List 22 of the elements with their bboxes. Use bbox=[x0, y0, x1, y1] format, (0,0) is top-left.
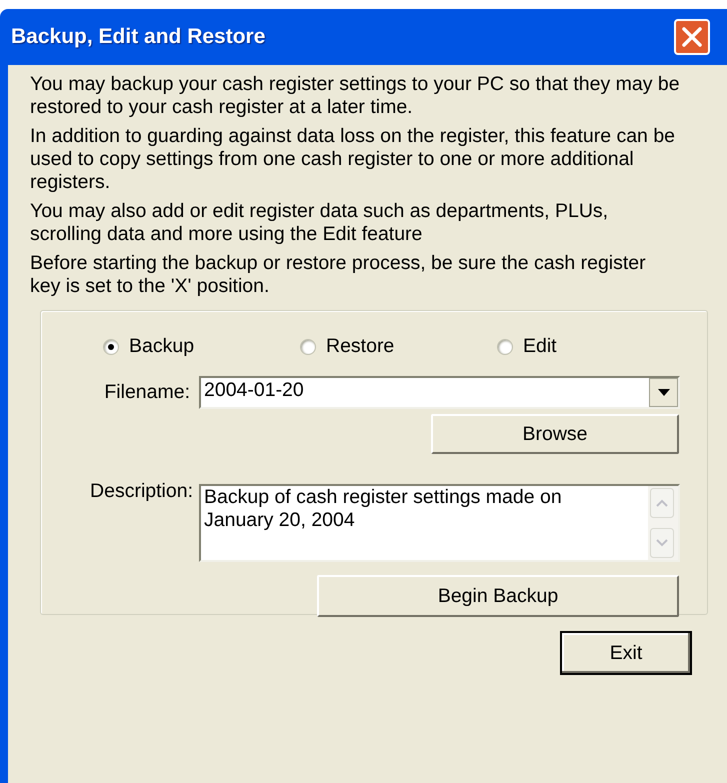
instruction-text: In addition to guarding against data loss on the register, this feature can be used to copy settings from one cash register to one or more additional registers. bbox=[30, 125, 676, 194]
exit-button[interactable]: Exit bbox=[560, 631, 692, 675]
browse-button[interactable]: Browse bbox=[431, 414, 679, 454]
description-label: Description: bbox=[89, 480, 194, 503]
scroll-bar[interactable] bbox=[648, 486, 678, 560]
window-title: Backup, Edit and Restore bbox=[11, 24, 266, 50]
mode-radio[interactable]: Restore bbox=[300, 335, 497, 358]
mode-radio[interactable]: Edit bbox=[497, 335, 694, 358]
dropdown-button[interactable] bbox=[649, 378, 678, 407]
mode-radio[interactable]: Backup bbox=[103, 335, 300, 358]
scroll-up-icon[interactable] bbox=[650, 488, 674, 518]
close-icon bbox=[681, 26, 703, 48]
begin-backup-button[interactable]: Begin Backup bbox=[317, 575, 679, 617]
instruction-text: You may backup your cash register settings to your PC so that they may be restored to your cash register at a later time. bbox=[30, 73, 680, 119]
filename-combo[interactable]: 2004-01-20 bbox=[199, 376, 680, 409]
close-button[interactable] bbox=[674, 19, 710, 55]
filename-label: Filename: bbox=[103, 381, 191, 404]
caret-icon bbox=[658, 389, 670, 396]
instruction-text: Before starting the backup or restore process, be sure the cash register key is set to the 'X' position. bbox=[30, 252, 647, 298]
scroll-down-icon[interactable] bbox=[650, 528, 674, 558]
description-field[interactable]: Backup of cash register settings made on January 20, 2004 bbox=[199, 484, 680, 562]
instruction-text: You may also add or edit register data such as departments, PLUs, scrolling data and more using the Edit feature bbox=[30, 200, 610, 246]
